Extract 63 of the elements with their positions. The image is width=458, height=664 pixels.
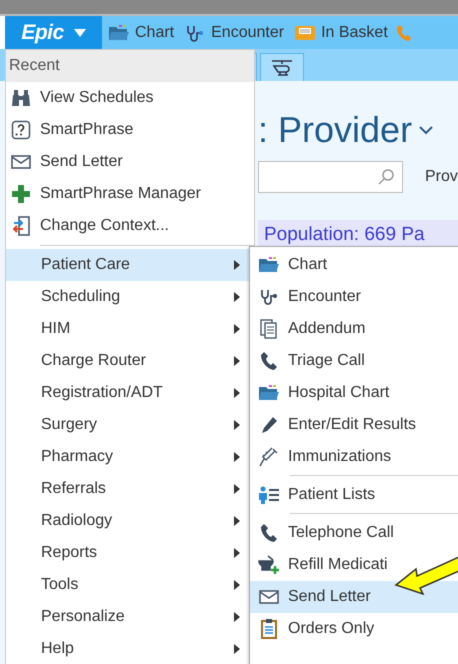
exchange-icon	[11, 216, 31, 236]
helicopter-icon	[270, 58, 294, 76]
menu-item[interactable]: Change Context...	[6, 210, 254, 242]
stethoscope-icon	[185, 24, 206, 42]
inbox-icon	[294, 24, 316, 42]
submenu-arrow-icon	[234, 452, 240, 462]
toolbar-button[interactable]: Chart	[102, 24, 178, 42]
patient-list-icon	[258, 486, 280, 504]
document-icon	[260, 319, 278, 339]
menu-header: Recent	[6, 50, 254, 82]
submenu-arrow-icon	[234, 388, 240, 398]
menu-item[interactable]: Telephone Call	[250, 517, 458, 549]
submenu-arrow-icon	[234, 356, 240, 366]
binoculars-icon	[11, 89, 31, 107]
menu-item[interactable]: Hospital Chart	[250, 377, 458, 409]
folder-icon	[258, 256, 280, 274]
question-icon	[11, 120, 31, 140]
menu-item[interactable]: Send Letter	[6, 146, 254, 178]
submenu-arrow-icon	[234, 548, 240, 558]
plus-icon	[12, 185, 30, 203]
menu-item[interactable]: SmartPhrase	[6, 114, 254, 146]
menu-item[interactable]: Triage Call	[250, 345, 458, 377]
menu-item[interactable]: View Schedules	[6, 82, 254, 114]
envelope-icon	[11, 155, 31, 169]
stethoscope-icon	[260, 288, 278, 306]
submenu-arrow-icon	[234, 484, 240, 494]
menu-item[interactable]: Immunizations	[250, 441, 458, 473]
toolbar-button[interactable]: In Basket	[288, 24, 392, 42]
menu-item[interactable]: Addendum	[250, 313, 458, 345]
phone-icon	[260, 523, 278, 543]
syringe-icon	[259, 447, 279, 467]
submenu-arrow-icon	[234, 612, 240, 622]
submenu-arrow-icon	[234, 292, 240, 302]
population-label: Population: 669 Pa	[264, 224, 425, 245]
pencil-icon	[260, 416, 278, 434]
search-field[interactable]	[258, 161, 403, 193]
chevron-icon[interactable]	[418, 124, 434, 136]
submenu-arrow-icon	[234, 516, 240, 526]
filter-label: Prov	[425, 168, 458, 186]
mortar-icon	[258, 555, 280, 575]
menu-item[interactable]: Send Letter	[250, 581, 458, 613]
menu-item[interactable]: Refill Medicati	[250, 549, 458, 581]
submenu-arrow-icon	[234, 580, 240, 590]
folder-icon	[258, 384, 280, 402]
clipboard-icon	[261, 619, 277, 639]
helicopter-tab[interactable]	[260, 53, 304, 81]
phone-icon	[260, 351, 278, 371]
page-title: : Provider	[258, 109, 412, 151]
envelope-icon	[259, 590, 279, 604]
menu-item[interactable]: Patient Lists	[250, 479, 458, 511]
submenu-arrow-icon	[234, 260, 240, 270]
folder-icon	[108, 24, 130, 42]
arrow-annotation	[394, 555, 458, 595]
toolbar-button[interactable]: Encounter	[178, 24, 288, 42]
caret-icon	[74, 28, 86, 36]
menu-item[interactable]: Orders Only	[250, 613, 458, 645]
menu-item[interactable]: Enter/Edit Results	[250, 409, 458, 441]
menu-item[interactable]: Encounter	[250, 281, 458, 313]
submenu-arrow-icon	[234, 324, 240, 334]
search-icon	[378, 168, 396, 186]
menu-item[interactable]: SmartPhrase Manager	[6, 178, 254, 210]
submenu-arrow-icon	[234, 644, 240, 654]
submenu-arrow-icon	[234, 420, 240, 430]
